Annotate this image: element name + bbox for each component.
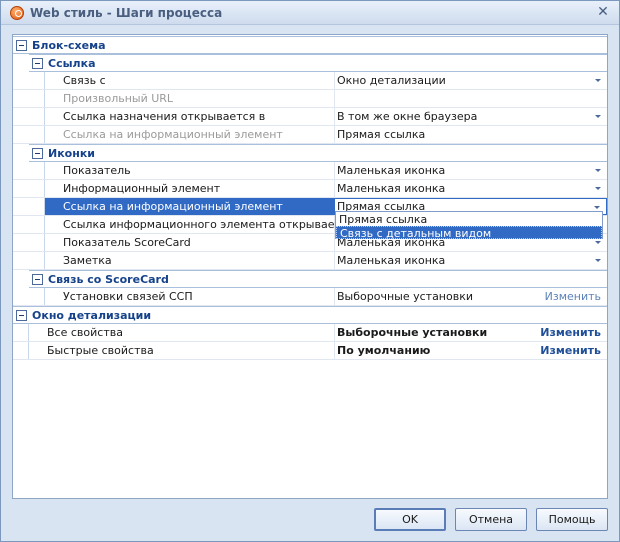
edit-link[interactable]: Изменить: [540, 344, 601, 357]
section-flowchart-label: Блок-схема: [32, 39, 106, 52]
prop-name: Заметка: [63, 254, 112, 267]
prop-value[interactable]: Окно детализации: [334, 72, 607, 89]
prop-row-link-opens-in[interactable]: Ссылка назначения открывается в В том же…: [13, 108, 607, 126]
help-button[interactable]: Помощь: [536, 508, 608, 531]
section-flowchart[interactable]: Блок-схема: [13, 36, 607, 54]
chevron-down-icon[interactable]: [595, 115, 601, 118]
prop-value[interactable]: Маленькая иконка: [334, 162, 607, 179]
window-title: Web стиль - Шаги процесса: [30, 6, 223, 20]
section-scorecard[interactable]: Связь со ScoreCard: [29, 270, 607, 288]
collapse-icon[interactable]: [32, 58, 43, 69]
edit-link[interactable]: Изменить: [540, 326, 601, 339]
cancel-button[interactable]: Отмена: [455, 508, 527, 531]
dialog-window: Web стиль - Шаги процесса ✕ Блок-схема С…: [0, 0, 620, 542]
edit-link[interactable]: Изменить: [545, 290, 601, 303]
prop-name: Все свойства: [47, 326, 123, 339]
prop-name-selected: Ссылка на информационный элемент: [45, 198, 334, 215]
dropdown-list[interactable]: Прямая ссылка Связь с детальным видом: [335, 211, 603, 240]
prop-name: Информационный элемент: [63, 182, 221, 195]
prop-value[interactable]: Выборочные установки Изменить: [334, 324, 607, 341]
app-logo-icon: [10, 6, 24, 20]
collapse-icon[interactable]: [16, 40, 27, 51]
prop-name: Быстрые свойства: [47, 344, 154, 357]
prop-name: Ссылка информационного элемента открывае…: [63, 218, 364, 231]
prop-name: Установки связей ССП: [63, 290, 193, 303]
prop-value[interactable]: По умолчанию Изменить: [334, 342, 607, 359]
dropdown-option-highlighted[interactable]: Связь с детальным видом: [336, 226, 602, 240]
prop-name: Показатель ScoreCard: [63, 236, 191, 249]
prop-value[interactable]: Прямая ссылка: [334, 126, 607, 143]
collapse-icon[interactable]: [32, 148, 43, 159]
prop-row-quick-properties[interactable]: Быстрые свойства По умолчанию Изменить: [13, 342, 607, 360]
prop-row-info-element[interactable]: Информационный элемент Маленькая иконка: [13, 180, 607, 198]
prop-row-custom-url[interactable]: Произвольный URL: [13, 90, 607, 108]
prop-value[interactable]: В том же окне браузера: [334, 108, 607, 125]
chevron-down-icon[interactable]: [595, 79, 601, 82]
section-icons-label: Иконки: [48, 147, 96, 160]
prop-value[interactable]: [334, 90, 607, 107]
property-grid: Блок-схема Ссылка Связь с Окно детализац…: [12, 34, 608, 499]
prop-value[interactable]: Выборочные установки Изменить: [334, 288, 607, 305]
prop-name: Показатель: [63, 164, 131, 177]
title-bar: Web стиль - Шаги процесса ✕: [1, 1, 619, 25]
section-link-label: Ссылка: [48, 57, 96, 70]
chevron-down-icon[interactable]: [595, 169, 601, 172]
dropdown-option[interactable]: Прямая ссылка: [336, 213, 602, 226]
section-link[interactable]: Ссылка: [29, 54, 607, 72]
chevron-down-icon[interactable]: [595, 259, 601, 262]
prop-name: Ссылка назначения открывается в: [63, 110, 266, 123]
chevron-down-icon[interactable]: [595, 241, 601, 244]
ok-button[interactable]: OK: [374, 508, 446, 531]
section-icons[interactable]: Иконки: [29, 144, 607, 162]
section-scorecard-label: Связь со ScoreCard: [48, 273, 169, 286]
close-icon[interactable]: ✕: [595, 4, 611, 20]
prop-row-link-target[interactable]: Связь с Окно детализации: [13, 72, 607, 90]
prop-row-all-properties[interactable]: Все свойства Выборочные установки Изменит…: [13, 324, 607, 342]
prop-row-bsc-links[interactable]: Установки связей ССП Выборочные установк…: [13, 288, 607, 306]
section-drill-label: Окно детализации: [32, 309, 152, 322]
prop-value[interactable]: Маленькая иконка: [334, 252, 607, 269]
prop-row-note[interactable]: Заметка Маленькая иконка: [13, 252, 607, 270]
prop-row-indicator[interactable]: Показатель Маленькая иконка: [13, 162, 607, 180]
prop-row-info-link[interactable]: Ссылка на информационный элемент Прямая …: [13, 126, 607, 144]
chevron-down-icon[interactable]: [594, 206, 600, 209]
prop-name: Связь с: [63, 74, 106, 87]
collapse-icon[interactable]: [32, 274, 43, 285]
collapse-icon[interactable]: [16, 310, 27, 321]
prop-name: Произвольный URL: [63, 92, 174, 105]
section-drill-window[interactable]: Окно детализации: [13, 306, 607, 324]
chevron-down-icon[interactable]: [595, 187, 601, 190]
prop-name: Ссылка на информационный элемент: [63, 128, 283, 141]
prop-value[interactable]: Маленькая иконка: [334, 180, 607, 197]
